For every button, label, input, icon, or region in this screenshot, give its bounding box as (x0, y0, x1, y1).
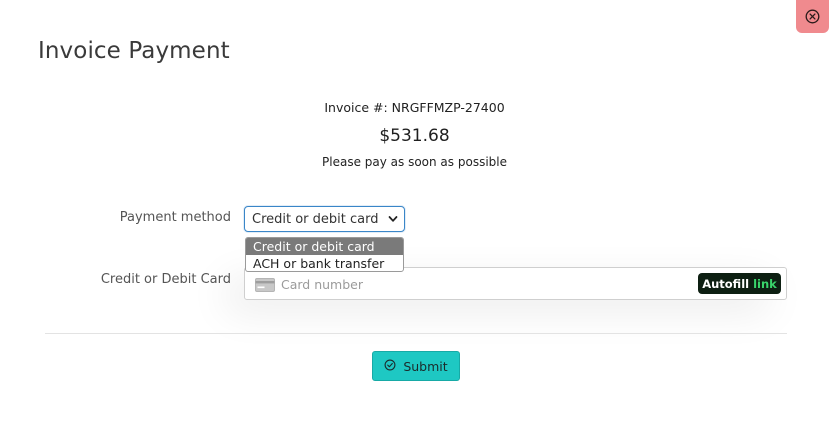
payment-method-select[interactable]: Credit or debit card (244, 206, 405, 232)
payment-method-label: Payment method (119, 210, 231, 225)
invoice-amount: $531.68 (379, 126, 450, 146)
link-brand-label: link (753, 276, 777, 291)
divider (45, 333, 787, 334)
card-number-input[interactable] (281, 274, 681, 294)
submit-label: Submit (403, 358, 448, 374)
submit-button[interactable]: Submit (372, 351, 460, 381)
chevron-down-icon (387, 213, 399, 229)
payment-method-dropdown: Credit or debit card ACH or bank transfe… (245, 237, 404, 272)
close-icon (805, 9, 820, 24)
payment-method-selected-value: Credit or debit card (252, 211, 379, 227)
invoice-number: Invoice #: NRGFFMZP-27400 (324, 100, 505, 115)
close-button[interactable] (796, 0, 829, 33)
dropdown-option-credit-card[interactable]: Credit or debit card (246, 238, 403, 255)
check-circle-icon (384, 359, 396, 374)
dropdown-option-ach[interactable]: ACH or bank transfer (246, 255, 403, 271)
payment-note: Please pay as soon as possible (322, 155, 507, 169)
invoice-payment-dialog: Invoice Payment Invoice #: NRGFFMZP-2740… (0, 0, 829, 428)
autofill-label: Autofill (702, 276, 750, 291)
page-title: Invoice Payment (38, 38, 230, 64)
autofill-link-button[interactable]: Autofill link (698, 273, 781, 294)
card-label: Credit or Debit Card (100, 272, 231, 287)
credit-card-icon (255, 277, 275, 296)
